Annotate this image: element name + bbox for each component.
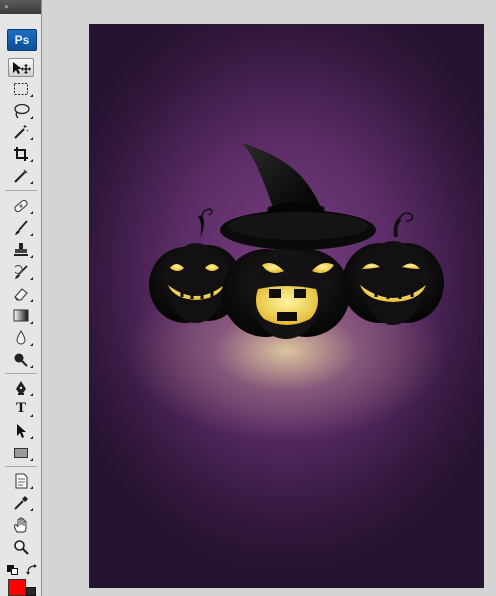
crop-icon	[14, 146, 28, 161]
arrow-icon	[17, 423, 26, 438]
path-selection-tool[interactable]	[8, 421, 34, 440]
bandage-icon	[14, 199, 28, 212]
dodge-tool[interactable]	[8, 350, 34, 369]
foreground-color-swatch[interactable]	[8, 579, 26, 596]
gradient-tool[interactable]	[8, 306, 34, 325]
lasso-icon	[14, 103, 30, 118]
stamp-icon	[14, 242, 28, 256]
document-canvas[interactable]	[89, 24, 484, 588]
eyedropper-slice-tool[interactable]	[8, 166, 34, 185]
center-pumpkin	[222, 247, 350, 339]
toolbox-divider	[5, 190, 37, 191]
witch-hat	[220, 143, 376, 250]
healing-brush-tool[interactable]	[8, 196, 34, 215]
panel-collapse-bar[interactable]: »	[0, 0, 41, 14]
rectangle-icon	[14, 447, 28, 458]
blur-drop-icon	[16, 329, 26, 344]
move-tool[interactable]	[8, 58, 34, 77]
toolbox-divider	[5, 466, 37, 467]
zoom-tool[interactable]	[8, 537, 34, 556]
collapse-arrows-icon[interactable]: »	[4, 2, 9, 11]
gradient-icon	[13, 309, 29, 321]
eraser-tool[interactable]	[8, 284, 34, 303]
type-icon: T	[15, 400, 26, 416]
background-color-swatch[interactable]	[26, 587, 36, 596]
eraser-icon	[14, 287, 28, 300]
slice-icon	[14, 168, 28, 183]
clone-stamp-tool[interactable]	[8, 240, 34, 259]
rectangular-marquee-tool[interactable]	[8, 79, 34, 98]
note-icon	[15, 473, 28, 488]
photoshop-logo[interactable]: Ps	[7, 29, 37, 51]
dodge-icon	[14, 353, 28, 367]
blur-tool[interactable]	[8, 328, 34, 347]
crop-tool[interactable]	[8, 144, 34, 163]
magic-wand-icon	[14, 124, 29, 139]
marquee-icon	[14, 82, 28, 95]
hand-tool[interactable]	[8, 515, 34, 534]
history-brush-tool[interactable]	[8, 262, 34, 281]
magic-wand-tool[interactable]	[8, 122, 34, 141]
document-workspace	[42, 0, 496, 596]
history-brush-icon	[14, 264, 28, 279]
type-tool[interactable]: T	[8, 399, 34, 418]
zoom-icon	[14, 539, 29, 555]
lasso-tool[interactable]	[8, 101, 34, 120]
eyedropper-icon	[14, 495, 28, 510]
rectangle-shape-tool[interactable]	[8, 443, 34, 462]
pen-tool[interactable]	[8, 378, 34, 397]
hand-icon	[14, 517, 27, 532]
swap-colors-icon[interactable]	[26, 564, 38, 576]
toolbox-divider	[5, 373, 37, 374]
tools-panel: » Ps T	[0, 0, 42, 596]
brush-icon	[15, 219, 28, 235]
brush-tool[interactable]	[8, 218, 34, 237]
default-colors-icon[interactable]	[7, 565, 19, 575]
move-icon	[13, 61, 31, 74]
notes-tool[interactable]	[8, 471, 34, 490]
pen-icon	[16, 380, 26, 395]
eyedropper-tool[interactable]	[8, 493, 34, 512]
halloween-pumpkins-artwork	[149, 143, 444, 339]
